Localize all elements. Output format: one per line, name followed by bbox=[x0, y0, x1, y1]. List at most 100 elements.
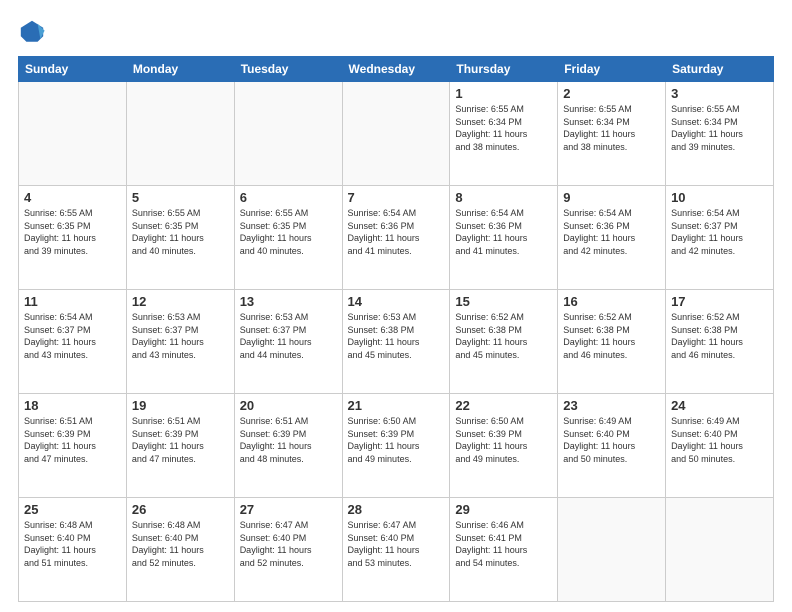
day-number: 28 bbox=[348, 502, 445, 517]
day-info: Sunrise: 6:52 AM Sunset: 6:38 PM Dayligh… bbox=[671, 311, 768, 361]
calendar-cell: 14 Sunrise: 6:53 AM Sunset: 6:38 PM Dayli… bbox=[342, 290, 450, 394]
header-tuesday: Tuesday bbox=[234, 57, 342, 82]
day-number: 16 bbox=[563, 294, 660, 309]
day-info: Sunrise: 6:50 AM Sunset: 6:39 PM Dayligh… bbox=[455, 415, 552, 465]
calendar-cell bbox=[19, 82, 127, 186]
day-info: Sunrise: 6:55 AM Sunset: 6:34 PM Dayligh… bbox=[455, 103, 552, 153]
day-number: 11 bbox=[24, 294, 121, 309]
day-number: 8 bbox=[455, 190, 552, 205]
header-wednesday: Wednesday bbox=[342, 57, 450, 82]
day-info: Sunrise: 6:51 AM Sunset: 6:39 PM Dayligh… bbox=[132, 415, 229, 465]
header bbox=[18, 18, 774, 46]
header-saturday: Saturday bbox=[666, 57, 774, 82]
calendar-cell: 17 Sunrise: 6:52 AM Sunset: 6:38 PM Dayli… bbox=[666, 290, 774, 394]
calendar-cell: 28 Sunrise: 6:47 AM Sunset: 6:40 PM Dayli… bbox=[342, 498, 450, 602]
week-row-3: 18 Sunrise: 6:51 AM Sunset: 6:39 PM Dayli… bbox=[19, 394, 774, 498]
calendar-cell: 2Sunrise: 6:55 AM Sunset: 6:34 PM Daylig… bbox=[558, 82, 666, 186]
day-info: Sunrise: 6:55 AM Sunset: 6:34 PM Dayligh… bbox=[671, 103, 768, 153]
day-number: 5 bbox=[132, 190, 229, 205]
calendar-table: SundayMondayTuesdayWednesdayThursdayFrid… bbox=[18, 56, 774, 602]
day-info: Sunrise: 6:47 AM Sunset: 6:40 PM Dayligh… bbox=[240, 519, 337, 569]
calendar-body: 1 Sunrise: 6:55 AM Sunset: 6:34 PM Daylig… bbox=[19, 82, 774, 602]
calendar-cell: 10 Sunrise: 6:54 AM Sunset: 6:37 PM Dayli… bbox=[666, 186, 774, 290]
day-number: 29 bbox=[455, 502, 552, 517]
calendar-cell: 1 Sunrise: 6:55 AM Sunset: 6:34 PM Daylig… bbox=[450, 82, 558, 186]
week-row-1: 4 Sunrise: 6:55 AM Sunset: 6:35 PM Daylig… bbox=[19, 186, 774, 290]
calendar-cell bbox=[666, 498, 774, 602]
day-number: 26 bbox=[132, 502, 229, 517]
day-number: 27 bbox=[240, 502, 337, 517]
logo bbox=[18, 18, 50, 46]
header-friday: Friday bbox=[558, 57, 666, 82]
day-number: 12 bbox=[132, 294, 229, 309]
day-number: 4 bbox=[24, 190, 121, 205]
day-number: 10 bbox=[671, 190, 768, 205]
header-sunday: Sunday bbox=[19, 57, 127, 82]
calendar-cell: 8Sunrise: 6:54 AM Sunset: 6:36 PM Daylig… bbox=[450, 186, 558, 290]
header-row: SundayMondayTuesdayWednesdayThursdayFrid… bbox=[19, 57, 774, 82]
calendar-header: SundayMondayTuesdayWednesdayThursdayFrid… bbox=[19, 57, 774, 82]
calendar-cell bbox=[234, 82, 342, 186]
header-monday: Monday bbox=[126, 57, 234, 82]
week-row-4: 25 Sunrise: 6:48 AM Sunset: 6:40 PM Dayli… bbox=[19, 498, 774, 602]
day-number: 21 bbox=[348, 398, 445, 413]
day-info: Sunrise: 6:54 AM Sunset: 6:37 PM Dayligh… bbox=[671, 207, 768, 257]
logo-icon bbox=[18, 18, 46, 46]
day-number: 19 bbox=[132, 398, 229, 413]
calendar-cell: 15Sunrise: 6:52 AM Sunset: 6:38 PM Dayli… bbox=[450, 290, 558, 394]
day-info: Sunrise: 6:47 AM Sunset: 6:40 PM Dayligh… bbox=[348, 519, 445, 569]
day-number: 13 bbox=[240, 294, 337, 309]
day-info: Sunrise: 6:53 AM Sunset: 6:38 PM Dayligh… bbox=[348, 311, 445, 361]
calendar-cell: 29 Sunrise: 6:46 AM Sunset: 6:41 PM Dayli… bbox=[450, 498, 558, 602]
calendar-cell: 23Sunrise: 6:49 AM Sunset: 6:40 PM Dayli… bbox=[558, 394, 666, 498]
day-info: Sunrise: 6:46 AM Sunset: 6:41 PM Dayligh… bbox=[455, 519, 552, 569]
calendar-cell: 21 Sunrise: 6:50 AM Sunset: 6:39 PM Dayli… bbox=[342, 394, 450, 498]
calendar-cell: 25Sunrise: 6:48 AM Sunset: 6:40 PM Dayli… bbox=[19, 498, 127, 602]
day-info: Sunrise: 6:52 AM Sunset: 6:38 PM Dayligh… bbox=[563, 311, 660, 361]
calendar-cell: 12 Sunrise: 6:53 AM Sunset: 6:37 PM Dayli… bbox=[126, 290, 234, 394]
day-number: 24 bbox=[671, 398, 768, 413]
day-info: Sunrise: 6:55 AM Sunset: 6:35 PM Dayligh… bbox=[240, 207, 337, 257]
calendar-cell: 3 Sunrise: 6:55 AM Sunset: 6:34 PM Daylig… bbox=[666, 82, 774, 186]
day-number: 7 bbox=[348, 190, 445, 205]
day-number: 18 bbox=[24, 398, 121, 413]
calendar-cell: 16 Sunrise: 6:52 AM Sunset: 6:38 PM Dayli… bbox=[558, 290, 666, 394]
week-row-0: 1 Sunrise: 6:55 AM Sunset: 6:34 PM Daylig… bbox=[19, 82, 774, 186]
day-info: Sunrise: 6:55 AM Sunset: 6:34 PM Dayligh… bbox=[563, 103, 660, 153]
calendar-cell: 20 Sunrise: 6:51 AM Sunset: 6:39 PM Dayli… bbox=[234, 394, 342, 498]
day-number: 1 bbox=[455, 86, 552, 101]
calendar-cell: 9 Sunrise: 6:54 AM Sunset: 6:36 PM Daylig… bbox=[558, 186, 666, 290]
calendar-cell: 19 Sunrise: 6:51 AM Sunset: 6:39 PM Dayli… bbox=[126, 394, 234, 498]
day-info: Sunrise: 6:50 AM Sunset: 6:39 PM Dayligh… bbox=[348, 415, 445, 465]
day-info: Sunrise: 6:54 AM Sunset: 6:36 PM Dayligh… bbox=[563, 207, 660, 257]
day-info: Sunrise: 6:51 AM Sunset: 6:39 PM Dayligh… bbox=[240, 415, 337, 465]
day-info: Sunrise: 6:53 AM Sunset: 6:37 PM Dayligh… bbox=[132, 311, 229, 361]
day-number: 14 bbox=[348, 294, 445, 309]
day-number: 25 bbox=[24, 502, 121, 517]
day-number: 3 bbox=[671, 86, 768, 101]
calendar-cell: 26 Sunrise: 6:48 AM Sunset: 6:40 PM Dayli… bbox=[126, 498, 234, 602]
day-number: 17 bbox=[671, 294, 768, 309]
week-row-2: 11Sunrise: 6:54 AM Sunset: 6:37 PM Dayli… bbox=[19, 290, 774, 394]
calendar-cell: 11Sunrise: 6:54 AM Sunset: 6:37 PM Dayli… bbox=[19, 290, 127, 394]
day-number: 22 bbox=[455, 398, 552, 413]
day-info: Sunrise: 6:48 AM Sunset: 6:40 PM Dayligh… bbox=[132, 519, 229, 569]
calendar-cell: 18 Sunrise: 6:51 AM Sunset: 6:39 PM Dayli… bbox=[19, 394, 127, 498]
day-info: Sunrise: 6:52 AM Sunset: 6:38 PM Dayligh… bbox=[455, 311, 552, 361]
day-info: Sunrise: 6:53 AM Sunset: 6:37 PM Dayligh… bbox=[240, 311, 337, 361]
day-number: 9 bbox=[563, 190, 660, 205]
day-info: Sunrise: 6:49 AM Sunset: 6:40 PM Dayligh… bbox=[671, 415, 768, 465]
day-info: Sunrise: 6:51 AM Sunset: 6:39 PM Dayligh… bbox=[24, 415, 121, 465]
calendar-cell: 22 Sunrise: 6:50 AM Sunset: 6:39 PM Dayli… bbox=[450, 394, 558, 498]
day-info: Sunrise: 6:55 AM Sunset: 6:35 PM Dayligh… bbox=[132, 207, 229, 257]
calendar-cell: 6Sunrise: 6:55 AM Sunset: 6:35 PM Daylig… bbox=[234, 186, 342, 290]
header-thursday: Thursday bbox=[450, 57, 558, 82]
calendar-cell: 5 Sunrise: 6:55 AM Sunset: 6:35 PM Daylig… bbox=[126, 186, 234, 290]
calendar-cell: 13 Sunrise: 6:53 AM Sunset: 6:37 PM Dayli… bbox=[234, 290, 342, 394]
day-number: 20 bbox=[240, 398, 337, 413]
day-info: Sunrise: 6:49 AM Sunset: 6:40 PM Dayligh… bbox=[563, 415, 660, 465]
calendar-cell bbox=[342, 82, 450, 186]
calendar-cell: 24 Sunrise: 6:49 AM Sunset: 6:40 PM Dayli… bbox=[666, 394, 774, 498]
calendar-cell bbox=[558, 498, 666, 602]
day-info: Sunrise: 6:54 AM Sunset: 6:36 PM Dayligh… bbox=[348, 207, 445, 257]
